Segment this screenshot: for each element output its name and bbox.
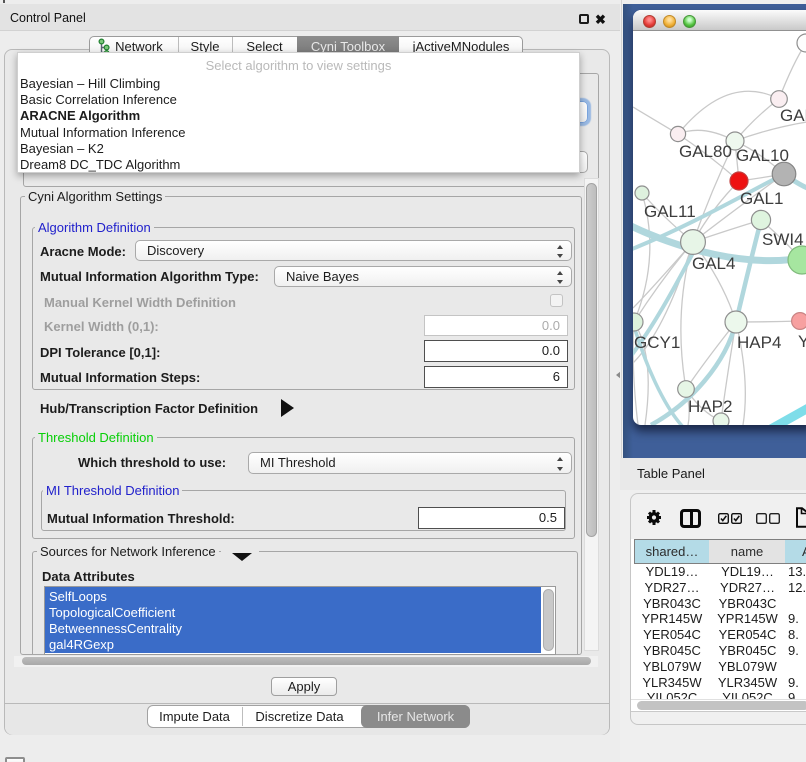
svg-text:Y: Y xyxy=(798,332,806,351)
svg-text:GAL80: GAL80 xyxy=(679,142,732,161)
svg-text:HAP4: HAP4 xyxy=(737,333,781,352)
svg-text:SWI4: SWI4 xyxy=(762,230,804,249)
svg-text:GCY1: GCY1 xyxy=(634,333,680,352)
svg-text:GAL4: GAL4 xyxy=(692,254,735,273)
svg-text:GAL7: GAL7 xyxy=(780,106,806,125)
svg-text:GAL1: GAL1 xyxy=(740,189,783,208)
svg-text:HAP2: HAP2 xyxy=(688,397,732,416)
svg-text:GAL11: GAL11 xyxy=(644,202,696,221)
svg-text:GAL10: GAL10 xyxy=(736,146,789,165)
